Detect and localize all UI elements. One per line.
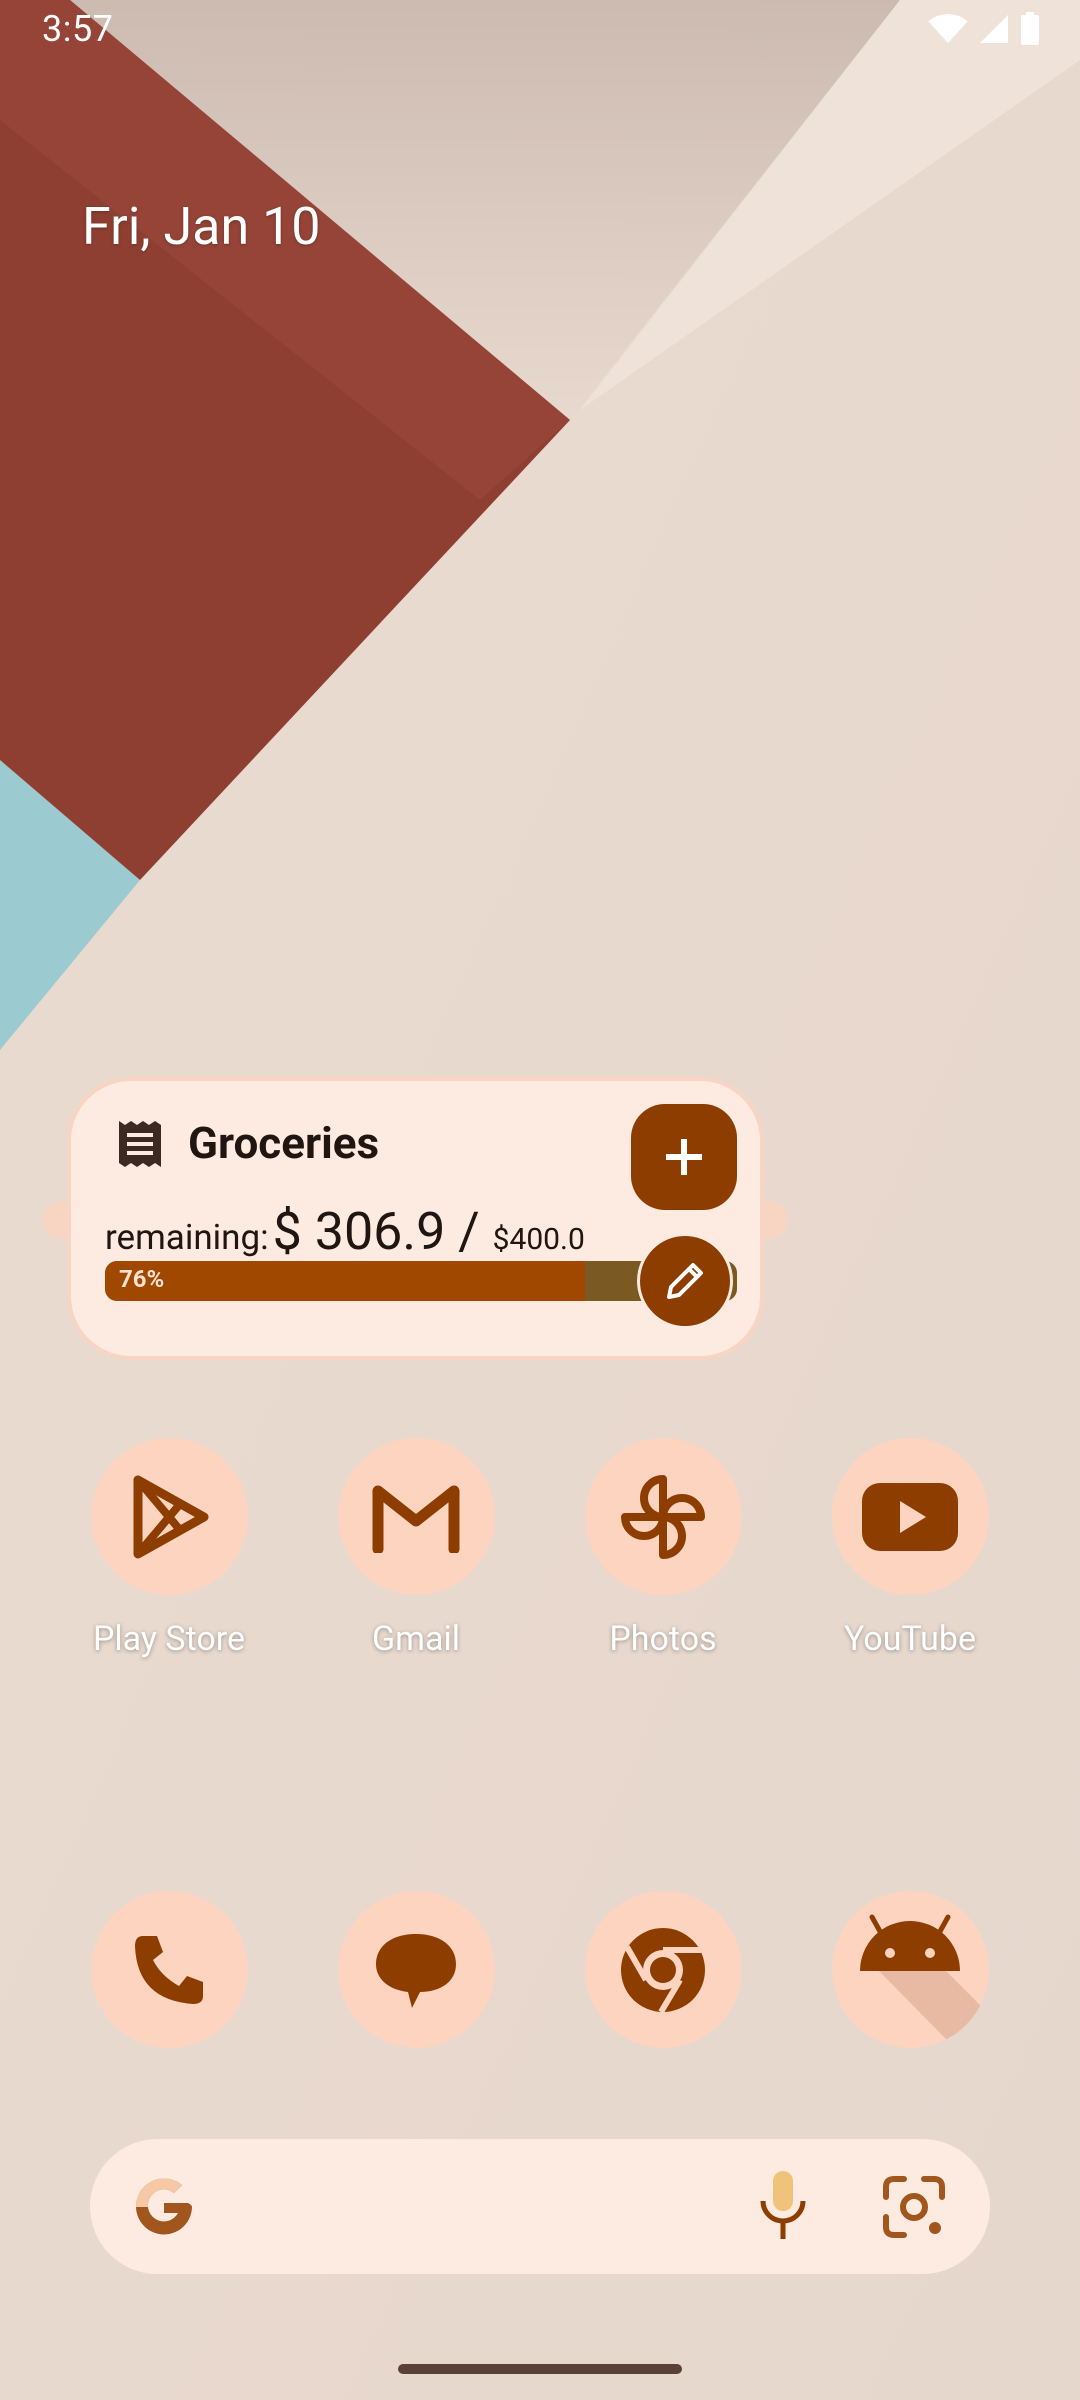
home-screen: 3:57 Fri, Jan 10 Groceries remaining: $ … [0,0,1080,2400]
gmail-icon [337,1438,495,1595]
signal-icon [980,15,1008,43]
play-store-icon [90,1438,248,1595]
app-label: Gmail [371,1619,460,1659]
google-logo-icon [135,2178,192,2235]
dock-chrome[interactable] [563,1891,763,2048]
progress-fill [105,1261,586,1301]
date-text[interactable]: Fri, Jan 10 [82,196,321,257]
app-play-store[interactable]: Play Store [69,1438,269,1659]
app-youtube[interactable]: YouTube [810,1438,1010,1659]
dock-phone[interactable] [69,1891,269,2048]
budget-widget[interactable]: Groceries remaining: $ 306.9 / $400.0 76… [67,1077,764,1360]
pencil-icon [667,1263,703,1299]
google-lens-icon[interactable] [880,2173,948,2241]
app-label: Play Store [92,1619,246,1659]
add-expense-button[interactable] [631,1104,737,1210]
widget-title: Groceries [188,1117,380,1169]
progress-label: 76% [119,1265,165,1293]
messages-icon [337,1891,495,2048]
app-label: Photos [609,1619,717,1659]
chrome-icon [584,1891,742,2048]
remaining-label: remaining: [105,1217,269,1258]
battery-icon [1021,12,1039,45]
home-indicator[interactable] [398,2364,682,2374]
status-time: 3:57 [42,8,114,50]
status-icons [928,12,1040,46]
dock-messages[interactable] [316,1891,516,2048]
microphone-icon[interactable] [755,2167,811,2247]
app-label: YouTube [843,1619,977,1659]
app-photos[interactable]: Photos [563,1438,763,1659]
wifi-icon [928,14,968,43]
receipt-icon [119,1121,161,1167]
app-gmail[interactable]: Gmail [316,1438,516,1659]
photos-icon [584,1438,742,1595]
youtube-icon [831,1438,989,1595]
edit-budget-button[interactable] [637,1233,733,1329]
google-search-bar[interactable] [90,2139,990,2274]
budget-total: $400.0 [492,1222,585,1257]
remaining-amount: $ 306.9 / [272,1201,493,1262]
remaining-row: remaining: $ 306.9 / $400.0 [105,1201,585,1262]
android-icon [831,1891,989,2048]
phone-icon [90,1891,248,2048]
plus-icon [666,1139,702,1175]
dock-android[interactable] [810,1891,1010,2048]
